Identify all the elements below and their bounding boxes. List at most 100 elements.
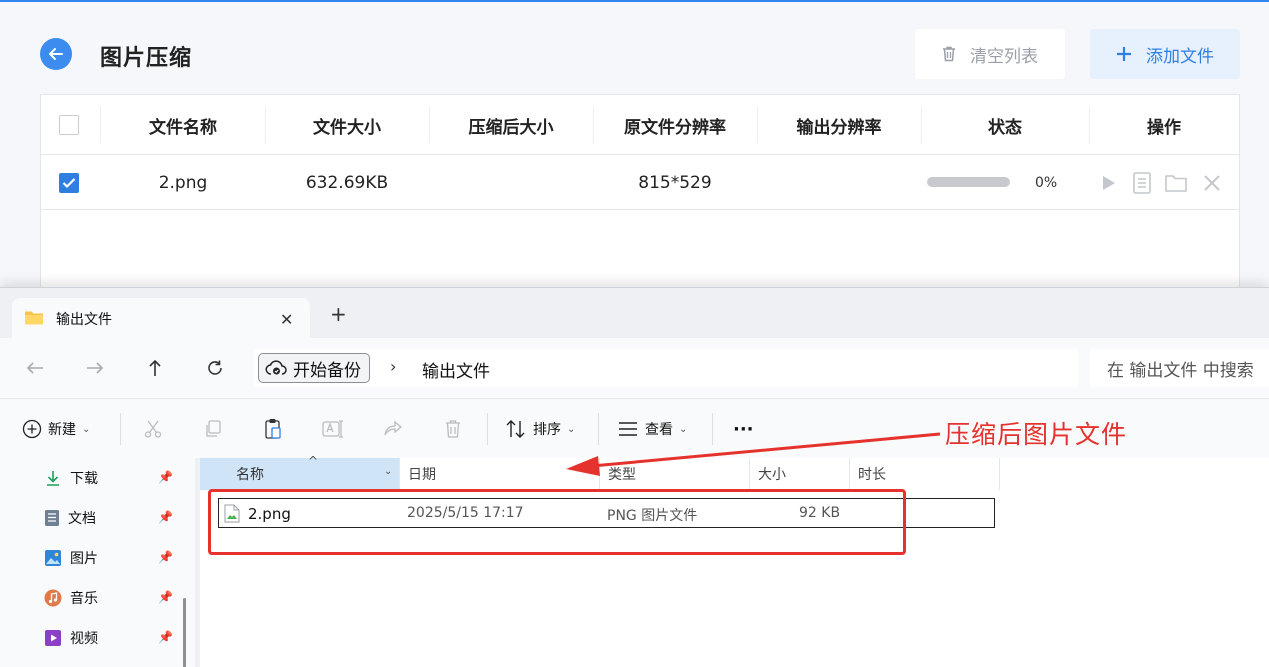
out-resolution-cell — [757, 155, 921, 210]
music-icon — [44, 589, 62, 607]
folder-icon[interactable] — [1164, 171, 1188, 195]
plus-icon — [1117, 47, 1131, 61]
add-file-button[interactable]: 添加文件 — [1090, 29, 1240, 79]
view-list-icon — [619, 422, 637, 436]
breadcrumb-backup[interactable]: 开始备份 — [258, 353, 370, 383]
column-header-date[interactable]: 日期 — [400, 458, 600, 490]
video-icon — [45, 630, 61, 646]
up-arrow-icon[interactable] — [143, 356, 167, 380]
sort-button[interactable]: 排序 ⌄ — [505, 413, 575, 445]
clear-list-label: 清空列表 — [970, 46, 1038, 67]
tab-output-files[interactable]: 输出文件 ✕ — [12, 298, 310, 338]
chevron-down-icon: ⌄ — [82, 423, 91, 435]
toolbar-divider — [598, 413, 599, 445]
checkmark-icon — [62, 178, 76, 189]
table-header: 文件名称 文件大小 压缩后大小 原文件分辨率 输出分辨率 状态 操作 — [41, 95, 1239, 155]
file-name-cell: 2.png — [158, 172, 208, 193]
toolbar-divider — [712, 413, 713, 445]
navigation-pane: 下载 📌 文档 📌 图片 📌 音乐 📌 视频 📌 — [0, 458, 195, 667]
document-icon[interactable] — [1130, 171, 1154, 195]
download-icon — [47, 471, 59, 486]
view-label: 查看 — [645, 422, 673, 438]
trash-icon — [943, 46, 955, 62]
column-header: 文件名称 — [149, 117, 217, 138]
picture-icon — [45, 550, 61, 566]
new-label: 新建 — [48, 422, 76, 438]
refresh-icon[interactable] — [203, 356, 227, 380]
progress-bar — [927, 177, 1010, 187]
column-header-label: 名称 — [236, 467, 264, 483]
chevron-down-icon: ⌄ — [384, 466, 393, 477]
pin-icon[interactable]: 📌 — [158, 550, 173, 564]
sidebar-item-label: 视频 — [70, 631, 98, 647]
address-bar[interactable]: 开始备份 › 输出文件 — [254, 349, 1078, 387]
new-button[interactable]: 新建 ⌄ — [22, 413, 90, 445]
clear-list-button[interactable]: 清空列表 — [915, 29, 1065, 79]
delete-icon[interactable] — [441, 417, 465, 441]
column-header-duration[interactable]: 时长 — [850, 458, 1000, 490]
forward-arrow-icon[interactable] — [83, 356, 107, 380]
sidebar-item-downloads[interactable]: 下载 — [44, 466, 98, 490]
new-tab-icon[interactable]: + — [330, 304, 347, 324]
column-header: 压缩后大小 — [468, 117, 554, 138]
table-row[interactable]: 2.png 632.69KB 815*529 0% — [41, 155, 1239, 210]
column-header: 操作 — [1147, 117, 1181, 138]
close-tab-icon[interactable]: ✕ — [280, 310, 293, 329]
pin-icon[interactable]: 📌 — [158, 630, 173, 644]
rename-icon[interactable] — [321, 417, 345, 441]
sort-icon — [506, 420, 525, 438]
highlight-box — [208, 489, 906, 555]
breadcrumb-backup-label: 开始备份 — [293, 360, 361, 381]
sidebar-item-label: 下载 — [70, 471, 98, 487]
sidebar-item-label: 文档 — [68, 511, 96, 527]
cut-icon[interactable] — [141, 417, 165, 441]
close-icon[interactable] — [1200, 171, 1224, 195]
page-title: 图片压缩 — [100, 46, 193, 71]
share-icon[interactable] — [381, 417, 405, 441]
column-header: 输出分辨率 — [796, 117, 882, 138]
copy-icon[interactable] — [201, 417, 225, 441]
chevron-right-icon: › — [390, 357, 397, 376]
play-icon[interactable] — [1096, 171, 1120, 195]
compressed-size-cell — [429, 155, 593, 210]
sidebar-scrollbar[interactable] — [183, 598, 186, 667]
sort-ascending-icon: ^ — [308, 454, 319, 468]
sidebar-item-documents[interactable]: 文档 — [44, 506, 96, 530]
sort-label: 排序 — [533, 422, 561, 438]
pin-icon[interactable]: 📌 — [158, 590, 173, 604]
column-header: 状态 — [988, 117, 1022, 138]
orig-resolution-cell: 815*529 — [638, 172, 712, 193]
back-arrow-icon[interactable] — [23, 356, 47, 380]
plus-circle-icon — [22, 419, 42, 439]
file-size-cell: 632.69KB — [305, 172, 389, 193]
breadcrumb-current[interactable]: 输出文件 — [422, 357, 490, 382]
folder-icon — [25, 311, 43, 325]
arrow-left-icon — [49, 48, 63, 60]
pin-icon[interactable]: 📌 — [158, 470, 173, 484]
more-options-button[interactable]: ··· — [733, 413, 754, 445]
sidebar-item-pictures[interactable]: 图片 — [44, 546, 98, 570]
toolbar-divider — [487, 413, 488, 445]
tab-title: 输出文件 — [56, 312, 112, 328]
column-header-name[interactable]: 名称 ^ ⌄ — [200, 454, 400, 490]
select-all-checkbox[interactable] — [59, 115, 79, 135]
sidebar-item-label: 音乐 — [70, 591, 98, 607]
pin-icon[interactable]: 📌 — [158, 510, 173, 524]
annotation-label: 压缩后图片文件 — [945, 420, 1128, 449]
paste-icon[interactable] — [261, 417, 285, 441]
column-header-type[interactable]: 类型 — [600, 458, 750, 490]
progress-percent: 0% — [1035, 174, 1058, 191]
column-header-size[interactable]: 大小 — [750, 458, 850, 490]
sidebar-item-videos[interactable]: 视频 — [44, 626, 98, 650]
sidebar-item-label: 图片 — [70, 551, 98, 567]
column-header: 原文件分辨率 — [624, 117, 726, 138]
column-header: 文件大小 — [313, 117, 381, 138]
sidebar-item-music[interactable]: 音乐 — [44, 586, 98, 610]
chevron-down-icon: ⌄ — [567, 423, 576, 435]
file-explorer-window: 输出文件 ✕ + 开始备份 › 输出文件 在 输出文件 中搜索 新建 ⌄ 排序 … — [0, 287, 1269, 667]
row-checkbox[interactable] — [59, 173, 79, 193]
navigation-bar: 开始备份 › 输出文件 在 输出文件 中搜索 — [0, 338, 1269, 398]
search-input[interactable]: 在 输出文件 中搜索 — [1090, 349, 1269, 387]
view-button[interactable]: 查看 ⌄ — [617, 413, 687, 445]
back-button[interactable] — [40, 38, 72, 70]
